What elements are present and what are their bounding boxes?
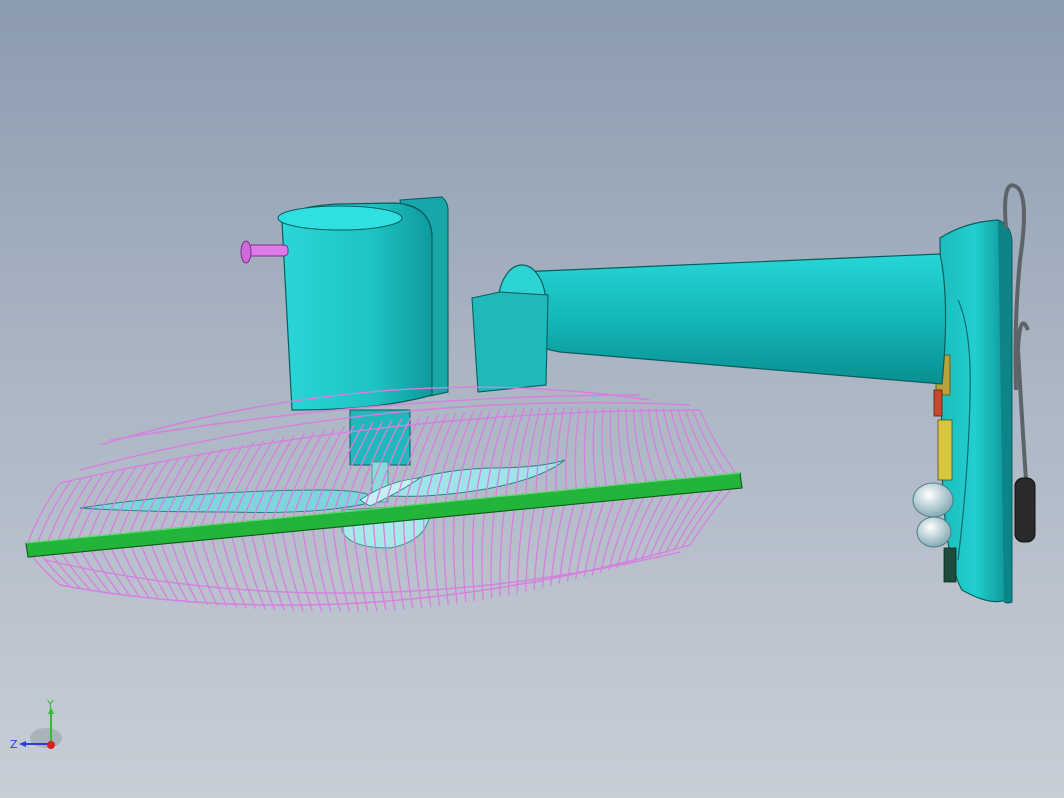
guard-wire [625, 407, 639, 490]
guard-wire [25, 482, 61, 549]
guard-wire [669, 408, 700, 484]
guard-wire [452, 506, 458, 604]
guard-wire [591, 490, 619, 576]
guard-wire [662, 408, 690, 485]
guard-wire [583, 491, 609, 578]
guard-wire [558, 494, 578, 584]
guard-wire [692, 409, 731, 481]
guard-wire [583, 406, 589, 494]
guard-wire [198, 444, 244, 532]
x-axis-icon [47, 741, 55, 749]
guard-wire [310, 520, 332, 612]
fan-arm[interactable] [471, 253, 947, 393]
fan-3d-model[interactable] [0, 0, 1064, 798]
guard-wire [494, 408, 517, 503]
wall-bracket[interactable] [912, 183, 1036, 604]
guard-wire [508, 500, 517, 596]
guard-wire [300, 521, 323, 612]
guard-wire [533, 497, 547, 590]
z-axis-label: Z [10, 738, 18, 751]
guard-wire [321, 519, 341, 612]
guard-wire [609, 407, 619, 491]
guard-wire [601, 406, 609, 492]
guard-wire [541, 496, 558, 588]
guard-wire [516, 499, 527, 594]
guard-wire [443, 507, 449, 606]
guard-wire [599, 489, 629, 573]
guard-wire [565, 406, 573, 496]
guard-wire [499, 501, 507, 597]
guard-wire [545, 407, 558, 498]
graphics-viewport[interactable]: Y Z [0, 0, 1064, 798]
guard-wire [188, 446, 234, 533]
view-orientation-triad: Y Z [8, 698, 68, 758]
guard-wire [699, 409, 741, 480]
guard-wire [574, 406, 581, 495]
guard-wire [555, 406, 565, 497]
guard-wire [592, 406, 598, 493]
y-axis-label: Y [46, 698, 54, 711]
guard-wire [208, 442, 255, 531]
guard-wire [655, 408, 680, 486]
guard-wire [433, 508, 441, 607]
guard-wire [632, 407, 649, 489]
